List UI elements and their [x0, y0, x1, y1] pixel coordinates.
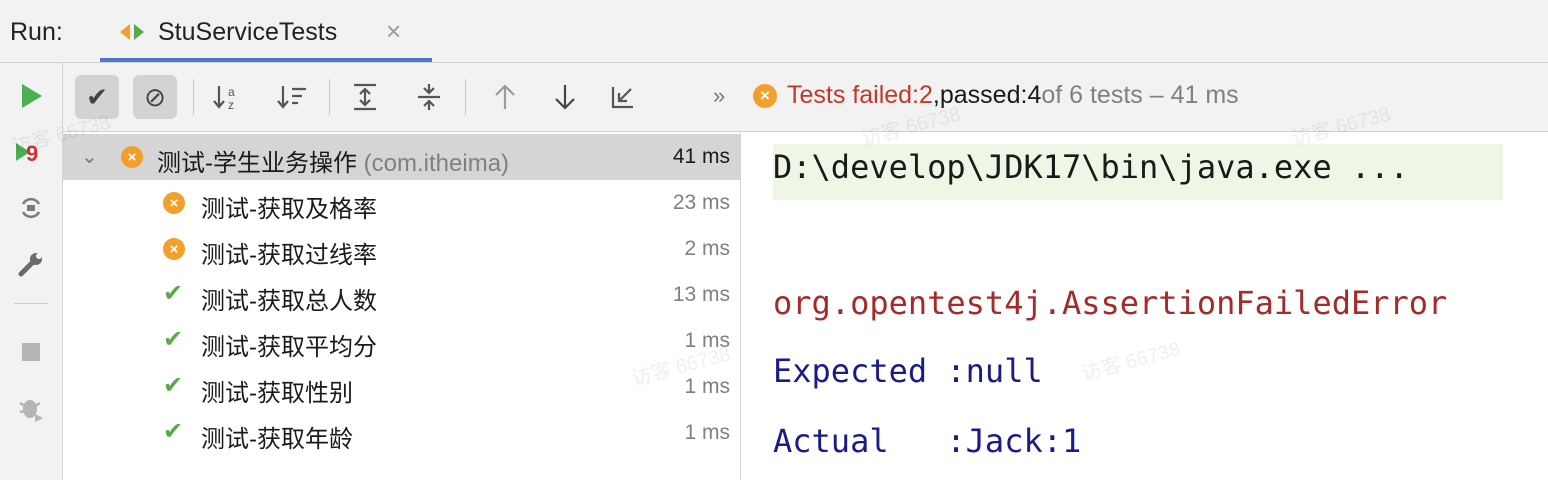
- expected-value: :null: [946, 352, 1043, 390]
- debug-button[interactable]: [12, 389, 50, 427]
- actual-label: Actual: [773, 422, 889, 460]
- arrow-down-icon: [555, 85, 575, 110]
- test-name: 测试-获取及格率: [201, 196, 377, 223]
- passed-check-icon: ✔: [163, 372, 184, 399]
- sort-alpha-icon: a z: [213, 85, 235, 112]
- expected-label: Expected: [773, 352, 928, 390]
- more-actions-chevron[interactable]: »: [713, 83, 725, 109]
- wrench-icon: [18, 253, 42, 277]
- test-row[interactable]: ✔ 测试-获取性别 1 ms: [63, 364, 740, 410]
- svg-text:9: 9: [26, 141, 38, 166]
- toolbar-separator: [329, 79, 330, 115]
- test-row[interactable]: ✔ 测试-获取平均分 1 ms: [63, 318, 740, 364]
- java-command-line[interactable]: D:\develop\JDK17\bin\java.exe ...: [773, 148, 1409, 186]
- test-row[interactable]: × 测试-获取及格率 23 ms: [63, 180, 740, 226]
- toolbar-separator: [465, 79, 466, 115]
- sort-by-duration-button[interactable]: [271, 75, 315, 119]
- close-tab-icon[interactable]: ×: [386, 16, 401, 47]
- test-duration: 1 ms: [684, 421, 730, 444]
- suite-duration: 41 ms: [672, 145, 730, 168]
- settings-wrench-button[interactable]: [12, 245, 50, 283]
- status-separator: ,: [932, 81, 940, 109]
- rerun-button[interactable]: [12, 77, 50, 115]
- test-suite-row[interactable]: ⌄ × 测试-学生业务操作 (com.itheima) 41 ms: [63, 134, 740, 180]
- toggle-auto-test-button[interactable]: [12, 189, 50, 227]
- passed-check-icon: ✔: [163, 280, 184, 307]
- test-name: 测试-获取过线率: [201, 242, 377, 269]
- test-duration: 13 ms: [672, 283, 730, 306]
- failed-label: Tests failed:: [787, 81, 920, 109]
- passed-check-icon: ✔: [163, 326, 184, 353]
- rerun-failed-icon: 9: [16, 141, 38, 166]
- failed-status-icon: ×: [753, 83, 777, 108]
- toolbar-separator: [14, 303, 48, 304]
- expand-all-button[interactable]: [343, 75, 387, 119]
- expected-line: Expected :null: [773, 352, 1043, 390]
- test-row[interactable]: × 测试-获取过线率 2 ms: [63, 226, 740, 272]
- test-row[interactable]: ✔ 测试-获取总人数 13 ms: [63, 272, 740, 318]
- stop-icon: [22, 343, 40, 361]
- auto-rerun-icon: [21, 197, 41, 219]
- test-duration: 1 ms: [684, 329, 730, 352]
- test-name: 测试-获取总人数: [201, 288, 377, 315]
- passed-check-icon: ✔: [163, 418, 184, 445]
- test-name: 测试-获取性别: [201, 380, 353, 407]
- ignored-circle-icon: ⊘: [144, 81, 166, 112]
- checkmark-icon: ✔: [86, 81, 108, 112]
- console-output[interactable]: D:\develop\JDK17\bin\java.exe ... org.op…: [741, 132, 1548, 480]
- rerun-failed-tests-button[interactable]: 9: [12, 133, 50, 171]
- actual-value: :Jack:1: [946, 422, 1082, 460]
- run-tool-window-header: Run: StuServiceTests ×: [0, 0, 1548, 63]
- next-failed-test-button[interactable]: [543, 75, 587, 119]
- svg-text:z: z: [228, 98, 234, 112]
- test-results-tree: ⌄ × 测试-学生业务操作 (com.itheima) 41 ms × 测试-获…: [63, 132, 741, 480]
- stop-button[interactable]: [12, 333, 50, 371]
- arrow-up-icon: [495, 84, 515, 109]
- test-status-summary: × Tests failed: 2 , passed: 4 of 6 tests…: [753, 81, 1239, 110]
- bug-icon: [19, 400, 43, 422]
- svg-text:a: a: [228, 85, 235, 99]
- toolbar-separator: [193, 79, 194, 115]
- show-passed-toggle[interactable]: ✔: [75, 75, 119, 119]
- failed-test-icon: ×: [163, 238, 185, 260]
- test-row[interactable]: ✔ 测试-获取年龄 1 ms: [63, 410, 740, 456]
- test-duration: 1 ms: [684, 375, 730, 398]
- run-side-toolbar: 9: [0, 63, 63, 480]
- passed-label: passed:: [939, 81, 1028, 109]
- previous-failed-test-button[interactable]: [483, 75, 527, 119]
- test-name: 测试-获取年龄: [201, 426, 353, 453]
- failed-test-icon: ×: [163, 192, 185, 214]
- import-arrow-icon: [611, 87, 633, 109]
- show-ignored-toggle[interactable]: ⊘: [133, 75, 177, 119]
- passed-count: 4: [1027, 81, 1042, 109]
- run-label: Run:: [10, 18, 63, 46]
- play-icon: [22, 84, 42, 108]
- suite-name: 测试-学生业务操作 (com.itheima): [157, 150, 510, 177]
- actual-line: Actual :Jack:1: [773, 422, 1081, 460]
- expand-all-icon: [354, 83, 376, 111]
- import-tests-button[interactable]: [601, 75, 645, 119]
- sort-alphabetically-button[interactable]: a z: [207, 75, 251, 119]
- failed-suite-icon: ×: [121, 146, 143, 168]
- assertion-error-line[interactable]: org.opentest4j.AssertionFailedError: [773, 284, 1447, 322]
- run-tab-title: StuServiceTests: [158, 18, 338, 46]
- test-config-icon: [120, 24, 144, 40]
- status-total: of 6 tests – 41 ms: [1041, 81, 1239, 109]
- run-config-tab[interactable]: StuServiceTests ×: [100, 0, 432, 62]
- collapse-all-button[interactable]: [407, 75, 451, 119]
- chevron-down-icon[interactable]: ⌄: [81, 144, 98, 169]
- test-duration: 23 ms: [672, 191, 730, 214]
- failed-count: 2: [919, 81, 933, 109]
- test-runner-toolbar: ✔ ⊘ a z » × Tests failed: 2 , passed: 4 …: [63, 63, 1548, 132]
- test-duration: 2 ms: [684, 237, 730, 260]
- sort-duration-icon: [277, 86, 306, 109]
- test-name: 测试-获取平均分: [201, 334, 377, 361]
- collapse-all-icon: [418, 84, 440, 110]
